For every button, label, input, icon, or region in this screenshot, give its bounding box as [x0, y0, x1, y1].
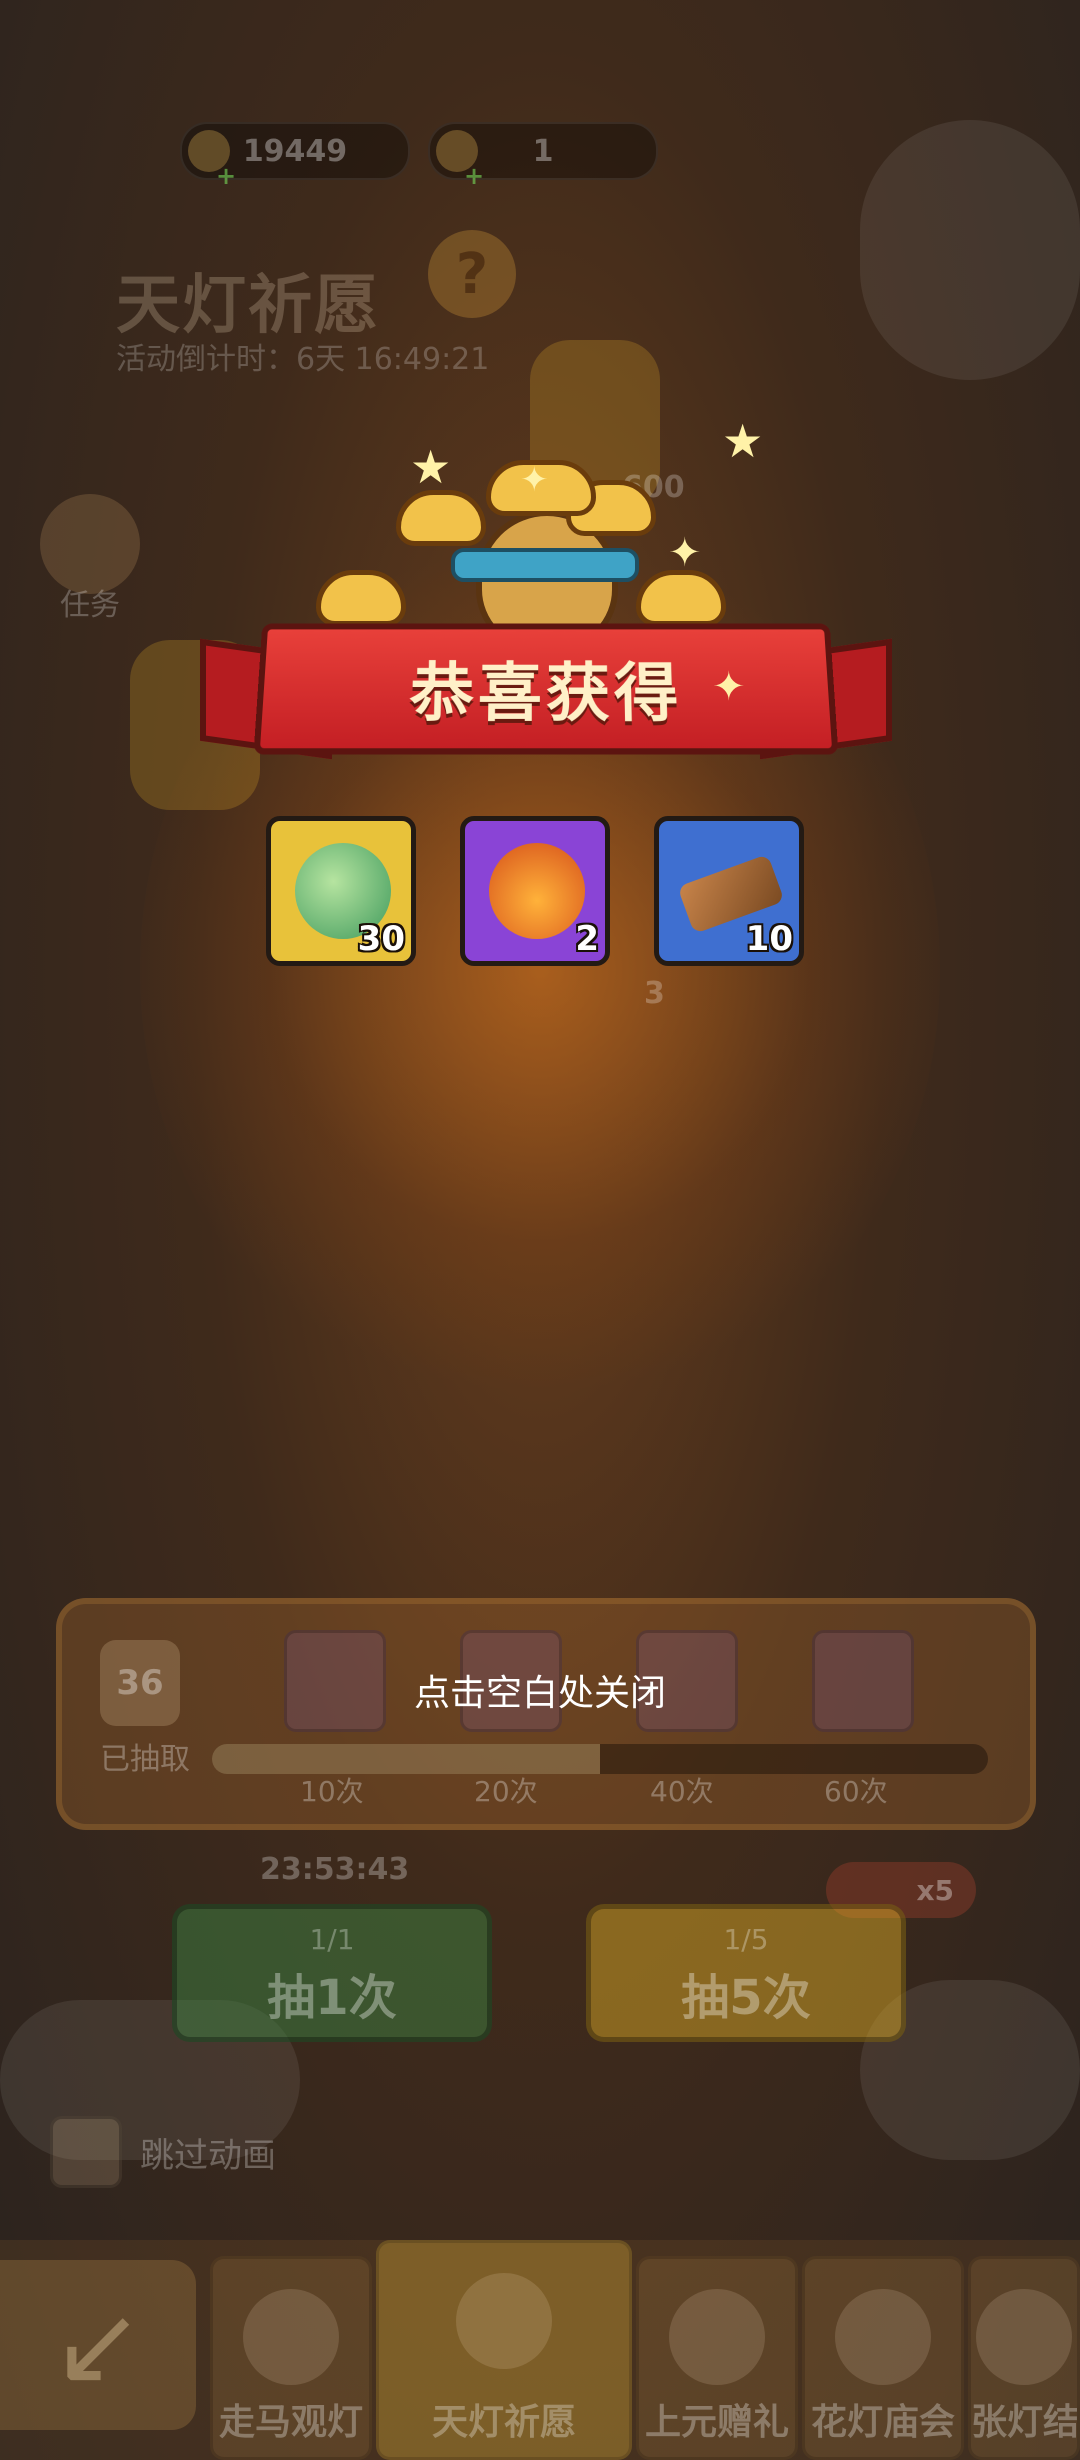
draw-once-button[interactable]: 1/1 抽1次	[172, 1904, 492, 2042]
tab-huadeng-miaohui[interactable]: 花灯庙会	[802, 2256, 964, 2460]
tab-label: 花灯庙会	[810, 2402, 955, 2443]
tab-zouma-guandeng[interactable]: 走马观灯	[210, 2256, 372, 2460]
draw-once-label: 抽1次	[267, 1970, 397, 2026]
draw-five-label: 抽5次	[681, 1970, 811, 2026]
close-hint[interactable]: 点击空白处关闭	[0, 1664, 1080, 1716]
reward-item-fire-spirit[interactable]: 2	[460, 816, 610, 966]
tab-label: 张灯结	[971, 2402, 1077, 2443]
gold-amount: 19449	[242, 133, 348, 169]
congrats-banner: 恭喜获得	[253, 623, 839, 755]
event-title: 天灯祈愿	[116, 269, 380, 343]
tab-label: 天灯祈愿	[431, 2402, 576, 2443]
tab-zhangdeng-jie[interactable]: 张灯结	[968, 2256, 1080, 2460]
skip-animation-label: 跳过动画	[140, 2136, 276, 2176]
add-gold-icon[interactable]: +	[216, 162, 236, 190]
add-lamp-icon[interactable]: +	[464, 162, 484, 190]
milestone-label: 20次	[474, 1775, 538, 1808]
cloud-decoration	[860, 120, 1080, 380]
sparkle-icon: ✦	[668, 530, 702, 576]
progress-fill	[212, 1744, 600, 1774]
lamp-amount: 1	[532, 133, 554, 169]
milestone-label: 10次	[300, 1775, 364, 1808]
drawn-label: 已抽取	[100, 1742, 190, 1777]
free-draw-timer: 23:53:43	[260, 1852, 410, 1887]
task-label: 任务	[60, 588, 120, 623]
reward-count: 2	[575, 919, 599, 959]
reward-count: 10	[745, 919, 793, 959]
milestone-label: 40次	[650, 1775, 714, 1808]
reward-items: 30 2 10	[266, 816, 814, 976]
tab-label: 走马观灯	[218, 2402, 363, 2443]
banner-title: 恭喜获得	[408, 657, 684, 732]
reward-item-wood[interactable]: 10	[654, 816, 804, 966]
tab-shangyuan-zengli[interactable]: 上元赠礼	[636, 2256, 798, 2460]
sparkle-icon: ✦	[712, 664, 746, 710]
lotus-lantern-icon	[243, 2289, 339, 2385]
draw-once-cost: 1/1	[309, 1923, 355, 1956]
reward-count: 30	[357, 919, 405, 959]
sky-lantern-icon	[456, 2273, 552, 2369]
lamp-counter[interactable]: + 1	[428, 122, 658, 190]
milestone-label: 60次	[824, 1775, 888, 1808]
gold-counter[interactable]: + 19449	[180, 122, 410, 190]
gift-icon	[669, 2289, 765, 2385]
help-button[interactable]: ?	[428, 230, 516, 318]
draw-five-button[interactable]: 1/5 抽5次	[586, 1904, 906, 2042]
task-icon[interactable]	[40, 494, 140, 594]
lantern-value: 3	[644, 976, 665, 1011]
lantern-icon	[976, 2289, 1072, 2385]
fire-spirit-icon	[489, 843, 585, 939]
reward-item-jade[interactable]: 30	[266, 816, 416, 966]
game-screen[interactable]: + 19449 + 1 天灯祈愿 ? 活动倒计时：6天 16:49:21 任务 …	[0, 0, 1080, 2460]
draw-five-cost: 1/5	[723, 1923, 769, 1956]
skip-animation-checkbox[interactable]	[50, 2116, 122, 2188]
tab-tiandeng-qiyuan[interactable]: 天灯祈愿	[376, 2240, 632, 2460]
sparkle-icon: ✦	[520, 460, 549, 500]
tab-label: 上元赠礼	[644, 2402, 789, 2443]
event-countdown: 活动倒计时：6天 16:49:21	[116, 342, 490, 377]
sparkle-icon: ★	[410, 440, 452, 494]
sparkle-icon: ★	[722, 414, 764, 468]
candied-haws-icon	[835, 2289, 931, 2385]
back-arrow-icon[interactable]: ↙	[0, 2260, 196, 2430]
